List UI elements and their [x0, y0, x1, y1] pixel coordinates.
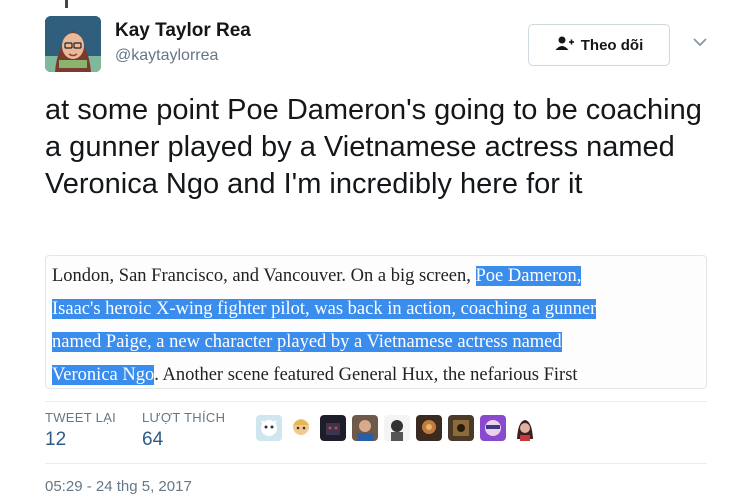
liker-avatar[interactable]	[320, 415, 346, 441]
quote-line-4-plain: . Another scene featured General Hux, th…	[154, 365, 578, 385]
quote-line-3: named Paige, a new character played by a…	[52, 326, 706, 359]
quote-line-1-highlight: Poe Dameron,	[475, 266, 582, 286]
liker-avatar[interactable]	[416, 415, 442, 441]
liker-avatar[interactable]	[256, 415, 282, 441]
liker-avatars	[256, 415, 538, 441]
quote-line-3-highlight: named Paige, a new character played by a…	[52, 332, 562, 352]
quote-line-2: Isaac's heroic X-wing fighter pilot, was…	[52, 293, 706, 326]
avatar[interactable]	[45, 16, 101, 72]
chevron-down-icon[interactable]	[692, 34, 708, 50]
top-edge-fragment	[65, 0, 68, 8]
quote-line-4-highlight: Veronica Ngo	[52, 365, 155, 385]
likes-count[interactable]: 64	[142, 429, 163, 451]
liker-avatar[interactable]	[384, 415, 410, 441]
quote-line-1: London, San Francisco, and Vancouver. On…	[52, 260, 706, 293]
retweets-count[interactable]: 12	[45, 429, 66, 451]
add-user-icon	[555, 35, 575, 55]
divider-top	[45, 401, 707, 402]
quote-image[interactable]: London, San Francisco, and Vancouver. On…	[45, 255, 707, 389]
follow-button[interactable]: Theo dõi	[528, 24, 670, 66]
avatar-illustration	[45, 16, 101, 72]
liker-avatar[interactable]	[448, 415, 474, 441]
likes-label[interactable]: LƯỢT THÍCH	[142, 410, 225, 425]
divider-bottom	[45, 463, 707, 464]
retweets-label[interactable]: TWEET LẠI	[45, 410, 116, 425]
tweet-text: at some point Poe Dameron's going to be …	[45, 94, 702, 200]
liker-avatar[interactable]	[352, 415, 378, 441]
quote-line-4: Veronica Ngo. Another scene featured Gen…	[52, 359, 706, 388]
follow-button-label: Theo dõi	[580, 36, 644, 54]
user-handle[interactable]: @kaytaylorrea	[115, 47, 218, 65]
liker-avatar[interactable]	[480, 415, 506, 441]
user-name[interactable]: Kay Taylor Rea	[115, 20, 251, 42]
quote-text: London, San Francisco, and Vancouver. On…	[52, 260, 706, 388]
tweet-timestamp[interactable]: 05:29 - 24 thg 5, 2017	[45, 478, 192, 495]
quote-line-1-plain: London, San Francisco, and Vancouver. On…	[52, 266, 476, 286]
quote-line-2-highlight: Isaac's heroic X-wing fighter pilot, was…	[52, 299, 597, 319]
liker-avatar[interactable]	[288, 415, 314, 441]
liker-avatar[interactable]	[512, 415, 538, 441]
